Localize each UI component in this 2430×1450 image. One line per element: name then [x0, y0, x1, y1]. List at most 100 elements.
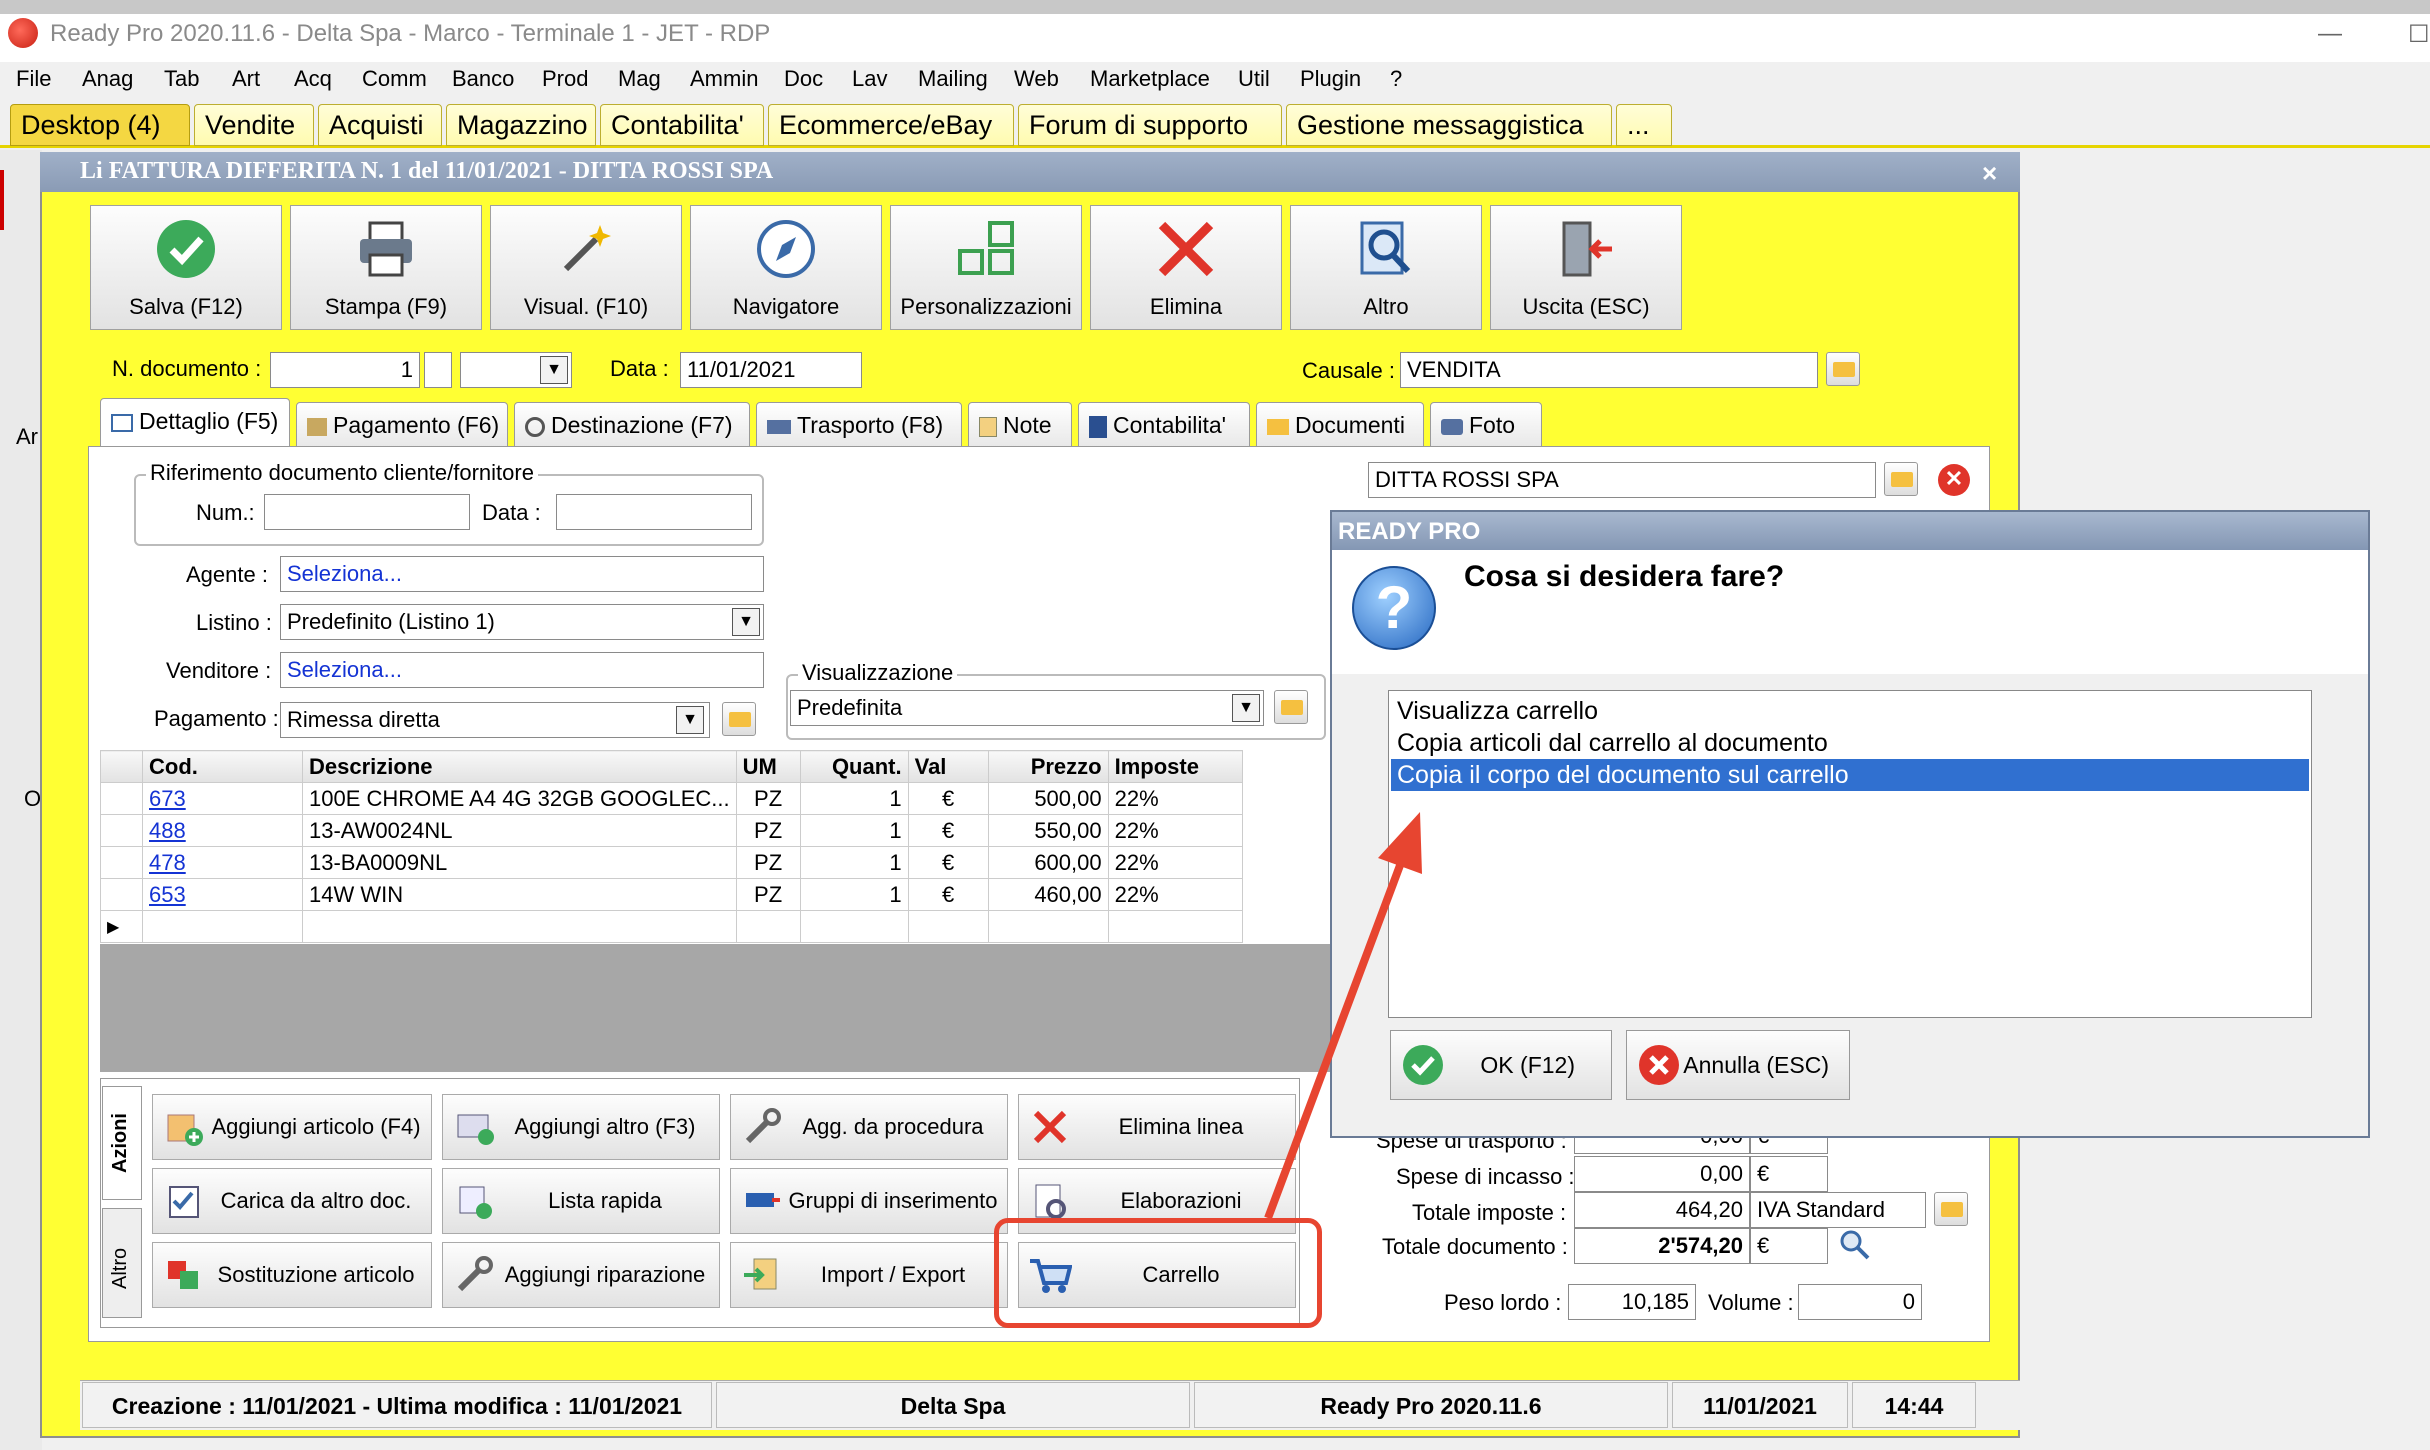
quick-list-button[interactable]: Lista rapida — [442, 1168, 720, 1234]
zoom-icon[interactable] — [1838, 1228, 1870, 1260]
menu-item[interactable]: Ammin — [690, 66, 758, 92]
spese-incasso-field[interactable]: 0,00 — [1574, 1156, 1750, 1192]
menu-item[interactable]: Mailing — [918, 66, 988, 92]
volume-field[interactable]: 0 — [1798, 1284, 1922, 1320]
col-header[interactable]: Prezzo — [987, 750, 1109, 783]
import-export-button[interactable]: Import / Export — [730, 1242, 1008, 1308]
tab-trasporto[interactable]: Trasporto (F8) — [756, 402, 962, 448]
menu-item[interactable]: Marketplace — [1090, 66, 1210, 92]
tab-magazzino[interactable]: Magazzino — [446, 104, 596, 146]
table-row[interactable]: 478 13-BA0009NL PZ 1 € 600,00 22% — [100, 846, 1243, 879]
data2-field[interactable] — [556, 494, 752, 530]
n-documento-field[interactable]: 1 — [270, 352, 420, 388]
col-header[interactable]: Val — [907, 750, 989, 783]
chevron-down-icon[interactable]: ▼ — [540, 356, 568, 384]
tab-contabilita[interactable]: Contabilita' — [1078, 402, 1250, 448]
iva-folder-icon[interactable] — [1934, 1192, 1968, 1226]
add-from-procedure-button[interactable]: Agg. da procedura — [730, 1094, 1008, 1160]
menu-item[interactable]: Prod — [542, 66, 588, 92]
menu-item[interactable]: Anag — [82, 66, 133, 92]
menu-item[interactable]: Lav — [852, 66, 887, 92]
delete-button[interactable]: Elimina — [1090, 205, 1282, 330]
item-code-link[interactable]: 673 — [142, 782, 303, 815]
chevron-down-icon[interactable]: ▼ — [1232, 694, 1260, 722]
more-button[interactable]: Altro — [1290, 205, 1482, 330]
item-code-link[interactable]: 653 — [142, 878, 303, 911]
tab-foto[interactable]: Foto — [1430, 402, 1542, 448]
item-code-link[interactable]: 488 — [142, 814, 303, 847]
chevron-down-icon[interactable]: ▼ — [732, 608, 760, 636]
exit-button[interactable]: Uscita (ESC) — [1490, 205, 1682, 330]
num-field[interactable] — [264, 494, 470, 530]
list-item-selected[interactable]: Copia il corpo del documento sul carrell… — [1391, 759, 2309, 791]
new-cell[interactable] — [799, 910, 909, 943]
tab-destinazione[interactable]: Destinazione (F7) — [514, 402, 750, 448]
save-button[interactable]: Salva (F12) — [90, 205, 282, 330]
peso-lordo-field[interactable]: 10,185 — [1568, 1284, 1696, 1320]
menu-item[interactable]: Banco — [452, 66, 514, 92]
agente-field[interactable]: Seleziona... — [280, 556, 764, 592]
add-article-button[interactable]: Aggiungi articolo (F4) — [152, 1094, 432, 1160]
new-cell[interactable] — [142, 910, 303, 943]
data-field[interactable]: 11/01/2021 — [680, 352, 862, 388]
new-cell[interactable] — [302, 910, 737, 943]
tab-contabilita[interactable]: Contabilita' — [600, 104, 764, 146]
vtab-azioni[interactable]: Azioni — [102, 1086, 142, 1200]
col-header[interactable]: Imposte — [1107, 750, 1243, 783]
new-cell[interactable] — [907, 910, 989, 943]
col-header[interactable]: UM — [735, 750, 801, 783]
print-button[interactable]: Stampa (F9) — [290, 205, 482, 330]
list-item[interactable]: Visualizza carrello — [1391, 695, 2309, 727]
col-header[interactable]: Descrizione — [302, 750, 737, 783]
causale-folder-icon[interactable] — [1826, 352, 1860, 386]
pagamento-select[interactable]: Rimessa diretta — [280, 702, 710, 738]
tab-more[interactable]: ... — [1616, 104, 1672, 146]
close-icon[interactable]: × — [1982, 158, 1997, 189]
new-cell[interactable] — [735, 910, 801, 943]
tab-vendite[interactable]: Vendite — [194, 104, 314, 146]
menu-item[interactable]: Util — [1238, 66, 1270, 92]
menu-item[interactable]: Mag — [618, 66, 661, 92]
clear-cliente-icon[interactable]: ✕ — [1938, 464, 1970, 496]
replace-article-button[interactable]: Sostituzione articolo — [152, 1242, 432, 1308]
tab-pagamento[interactable]: Pagamento (F6) — [296, 402, 508, 448]
menu-item[interactable]: Acq — [294, 66, 332, 92]
navigator-button[interactable]: Navigatore — [690, 205, 882, 330]
customize-button[interactable]: Personalizzazioni — [890, 205, 1082, 330]
cliente-folder-icon[interactable] — [1884, 462, 1918, 496]
preview-button[interactable]: Visual. (F10) — [490, 205, 682, 330]
menu-item[interactable]: Plugin — [1300, 66, 1361, 92]
menu-item[interactable]: ? — [1390, 66, 1402, 92]
tab-ecommerce[interactable]: Ecommerce/eBay — [768, 104, 1014, 146]
load-from-doc-button[interactable]: Carica da altro doc. — [152, 1168, 432, 1234]
row-selector[interactable] — [100, 846, 143, 879]
table-row[interactable]: 673 100E CHROME A4 4G 32GB GOOGLEC... PZ… — [100, 782, 1243, 815]
menu-item[interactable]: Tab — [164, 66, 199, 92]
cliente-field[interactable]: DITTA ROSSI SPA — [1368, 462, 1876, 498]
chevron-down-icon[interactable]: ▼ — [676, 706, 704, 734]
tab-dettaglio[interactable]: Dettaglio (F5) — [100, 398, 290, 448]
table-row-new[interactable]: ▶ — [100, 910, 1243, 943]
add-other-button[interactable]: Aggiungi altro (F3) — [442, 1094, 720, 1160]
tab-forum[interactable]: Forum di supporto — [1018, 104, 1282, 146]
visualizzazione-folder-icon[interactable] — [1274, 690, 1308, 724]
add-repair-button[interactable]: Aggiungi riparazione — [442, 1242, 720, 1308]
insert-groups-button[interactable]: Gruppi di inserimento — [730, 1168, 1008, 1234]
menu-item[interactable]: Doc — [784, 66, 823, 92]
list-item[interactable]: Copia articoli dal carrello al documento — [1391, 727, 2309, 759]
table-row[interactable]: 653 14W WIN PZ 1 € 460,00 22% — [100, 878, 1243, 911]
vtab-altro[interactable]: Altro — [102, 1208, 142, 1318]
tab-messaggistica[interactable]: Gestione messaggistica — [1286, 104, 1612, 146]
listino-select[interactable]: Predefinito (Listino 1) — [280, 604, 764, 640]
table-row[interactable]: 488 13-AW0024NL PZ 1 € 550,00 22% — [100, 814, 1243, 847]
item-code-link[interactable]: 478 — [142, 846, 303, 879]
menu-item[interactable]: Art — [232, 66, 260, 92]
row-selector[interactable] — [100, 814, 143, 847]
visualizzazione-select[interactable]: Predefinita — [790, 690, 1264, 726]
n-documento-spin[interactable] — [424, 352, 452, 388]
new-cell[interactable] — [987, 910, 1109, 943]
maximize-button[interactable]: ☐ — [2408, 20, 2430, 49]
cancel-button[interactable]: Annulla (ESC) — [1626, 1030, 1850, 1100]
tab-desktop[interactable]: Desktop (4) — [10, 104, 190, 146]
tab-documenti[interactable]: Documenti — [1256, 402, 1424, 448]
